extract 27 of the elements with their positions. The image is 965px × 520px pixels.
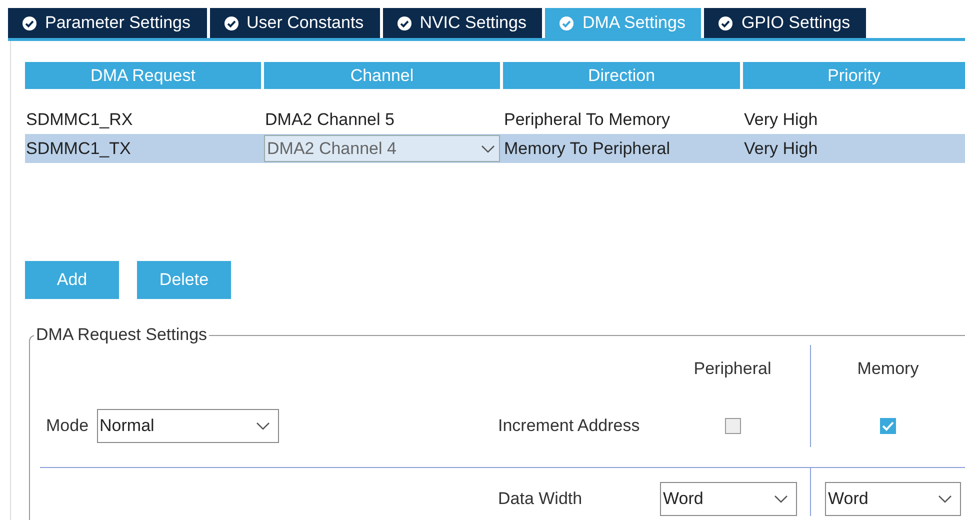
field-label: Mode bbox=[46, 416, 89, 436]
column-header: Direction bbox=[503, 62, 740, 89]
tab[interactable]: Parameter Settings bbox=[8, 8, 207, 38]
table-cell-text: Very High bbox=[743, 138, 819, 158]
tab[interactable]: User Constants bbox=[210, 8, 380, 38]
table-cell-text: Peripheral To Memory bbox=[503, 110, 671, 130]
table-row[interactable]: SDMMC1_TX DMA2 Channel 4 Memory To Peripheral Very High bbox=[25, 134, 965, 163]
field-label: Increment Address bbox=[498, 416, 640, 436]
column-header: DMA Request bbox=[25, 62, 261, 89]
mode-dropdown[interactable]: Normal bbox=[96, 409, 279, 443]
table-row[interactable]: SDMMC1_RX DMA2 Channel 5 Peripheral To Memory Very High bbox=[25, 105, 965, 134]
tab[interactable]: GPIO Settings bbox=[704, 8, 866, 38]
group-title: DMA Request Settings bbox=[35, 325, 208, 345]
column-header: Channel bbox=[264, 62, 500, 89]
column-label: Memory bbox=[856, 358, 920, 379]
tab[interactable]: NVIC Settings bbox=[382, 8, 542, 38]
table-cell-text: SDMMC1_TX bbox=[25, 138, 132, 158]
width-dropdown[interactable]: Word bbox=[660, 482, 797, 516]
table-cell-text: Very High bbox=[743, 110, 819, 130]
table-cell-text: Memory To Peripheral bbox=[503, 138, 671, 158]
table-cell-text: SDMMC1_RX bbox=[25, 110, 134, 130]
column-header: Priority bbox=[743, 62, 965, 89]
field-label: Data Width bbox=[498, 489, 582, 509]
column-label: Peripheral bbox=[692, 358, 772, 379]
table-cell-text: DMA2 Channel 5 bbox=[264, 110, 396, 130]
width-dropdown[interactable]: Word bbox=[825, 482, 961, 516]
channel-dropdown[interactable]: DMA2 Channel 4 bbox=[264, 135, 500, 162]
